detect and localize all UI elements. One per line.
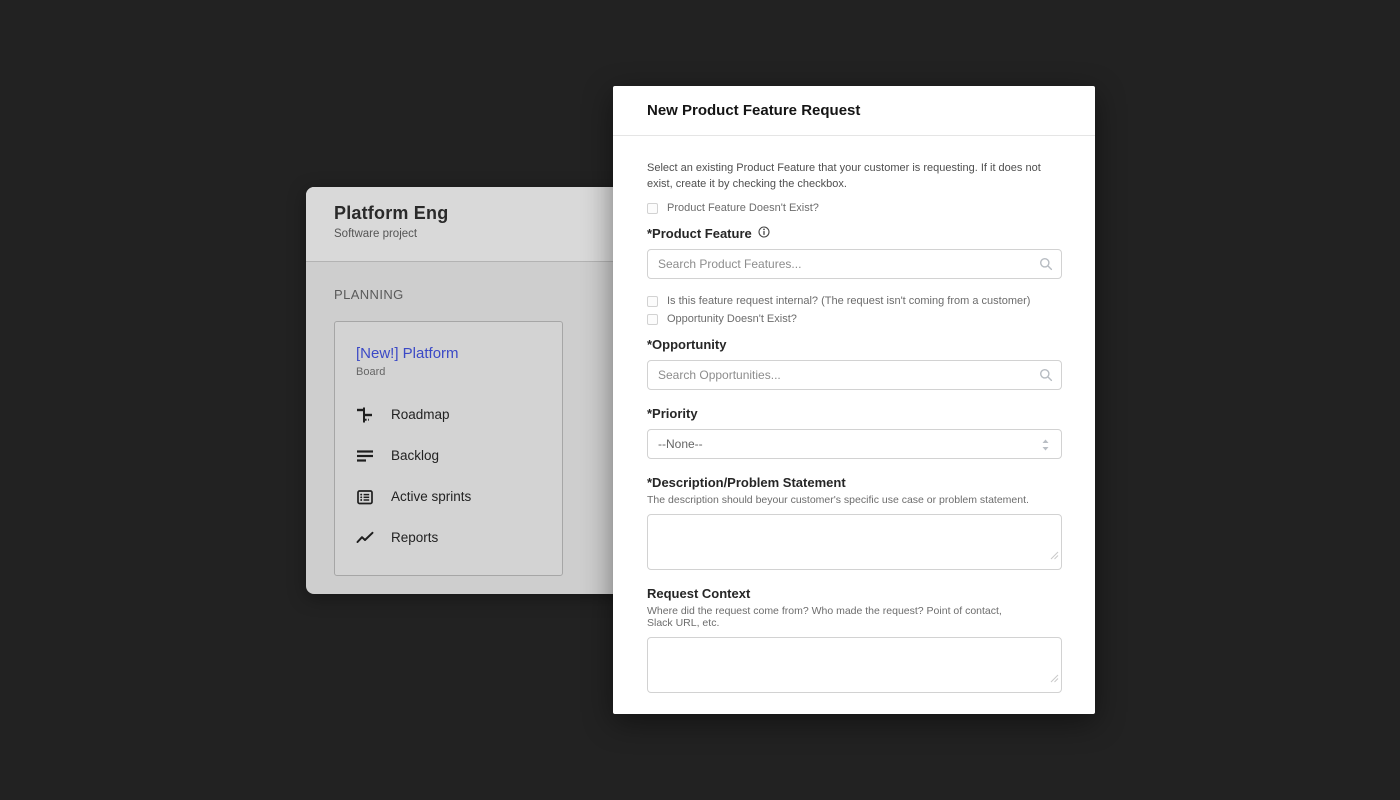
- sidebar-item-active-sprints[interactable]: Active sprints: [356, 476, 562, 517]
- product-feature-label-text: *Product Feature: [647, 226, 752, 241]
- description-helper: The description should beyour customer's…: [647, 494, 1062, 506]
- select-spinner-icon: [1041, 438, 1050, 455]
- checkbox-label: Opportunity Doesn't Exist?: [667, 313, 797, 325]
- info-icon[interactable]: [758, 226, 770, 241]
- backlog-icon: [356, 447, 374, 465]
- priority-label: *Priority: [647, 406, 1062, 421]
- checkbox-row-opportunity-missing[interactable]: Opportunity Doesn't Exist?: [647, 313, 1062, 325]
- project-subtitle: Software project: [334, 228, 660, 240]
- opportunity-search-wrap: [647, 360, 1062, 390]
- product-feature-missing-checkbox[interactable]: [647, 203, 658, 214]
- project-title: Platform Eng: [334, 203, 660, 224]
- sidebar-item-label: Roadmap: [391, 407, 450, 422]
- sidebar-item-label: Reports: [391, 530, 438, 545]
- request-context-label: Request Context: [647, 586, 1062, 601]
- request-context-helper: Where did the request come from? Who mad…: [647, 605, 1062, 629]
- board-link-new-platform[interactable]: [New!] Platform: [356, 345, 562, 362]
- request-context-helper-line1: Where did the request come from? Who mad…: [647, 605, 1062, 617]
- checkbox-label: Product Feature Doesn't Exist?: [667, 202, 819, 214]
- sidebar-item-reports[interactable]: Reports: [356, 517, 562, 558]
- roadmap-icon: [356, 406, 374, 424]
- checkbox-row-product-feature-missing[interactable]: Product Feature Doesn't Exist?: [647, 202, 1062, 214]
- sidebar-item-backlog[interactable]: Backlog: [356, 435, 562, 476]
- opportunity-missing-checkbox[interactable]: [647, 314, 658, 325]
- project-panel: Platform Eng Software project PLANNING […: [306, 187, 660, 594]
- project-panel-header: Platform Eng Software project: [306, 187, 660, 262]
- description-textarea[interactable]: [647, 514, 1062, 570]
- sidebar-item-label: Active sprints: [391, 489, 471, 504]
- opportunity-label-text: *Opportunity: [647, 337, 726, 352]
- modal-body: Select an existing Product Feature that …: [613, 136, 1095, 693]
- checkbox-row-internal-request[interactable]: Is this feature request internal? (The r…: [647, 295, 1062, 307]
- request-context-textarea[interactable]: [647, 637, 1062, 693]
- priority-selected-value: --None--: [658, 437, 703, 451]
- request-context-helper-line2: Slack URL, etc.: [647, 617, 1062, 629]
- modal-title: New Product Feature Request: [647, 102, 860, 119]
- board-sublabel: Board: [356, 366, 562, 378]
- description-label-text: *Description/Problem Statement: [647, 475, 846, 490]
- reports-icon: [356, 529, 374, 547]
- product-feature-search-input[interactable]: [647, 249, 1062, 279]
- checkbox-label: Is this feature request internal? (The r…: [667, 295, 1030, 307]
- project-panel-body: PLANNING [New!] Platform Board Roadmap: [306, 262, 660, 576]
- internal-request-checkbox[interactable]: [647, 296, 658, 307]
- intro-text: Select an existing Product Feature that …: [647, 160, 1052, 192]
- product-feature-search-wrap: [647, 249, 1062, 279]
- sidebar-item-roadmap[interactable]: Roadmap: [356, 394, 562, 435]
- request-context-label-text: Request Context: [647, 586, 750, 601]
- description-textarea-wrap: [647, 514, 1062, 570]
- resize-handle-icon[interactable]: [1050, 547, 1059, 565]
- priority-label-text: *Priority: [647, 406, 698, 421]
- opportunity-search-input[interactable]: [647, 360, 1062, 390]
- app-canvas: { "colors": { "canvas_bg": "#222222", "p…: [0, 0, 1400, 800]
- priority-select[interactable]: --None--: [647, 429, 1062, 459]
- active-sprints-icon: [356, 488, 374, 506]
- planning-board-card: [New!] Platform Board Roadmap: [334, 321, 563, 576]
- feature-request-modal: New Product Feature Request Select an ex…: [613, 86, 1095, 714]
- request-context-textarea-wrap: [647, 637, 1062, 693]
- description-label: *Description/Problem Statement: [647, 475, 1062, 490]
- resize-handle-icon[interactable]: [1050, 670, 1059, 688]
- planning-menu: Roadmap Backlog: [356, 394, 562, 558]
- sidebar-item-label: Backlog: [391, 448, 439, 463]
- product-feature-label: *Product Feature: [647, 226, 1062, 241]
- opportunity-label: *Opportunity: [647, 337, 1062, 352]
- modal-header: New Product Feature Request: [613, 86, 1095, 136]
- planning-section-label: PLANNING: [334, 287, 632, 302]
